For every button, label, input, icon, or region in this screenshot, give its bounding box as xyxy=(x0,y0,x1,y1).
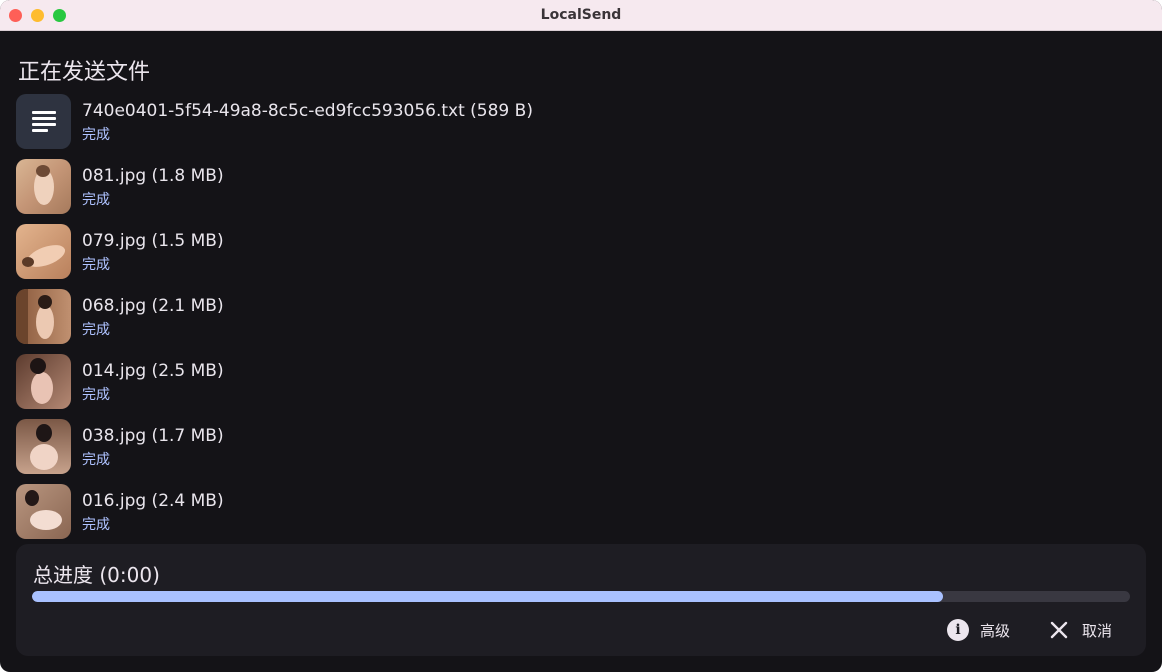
photo-thumbnail xyxy=(16,484,71,539)
window-title: LocalSend xyxy=(540,7,622,23)
photo-thumbnail xyxy=(16,419,71,474)
file-status: 完成 xyxy=(82,257,110,273)
file-row: 079.jpg (1.5 MB) 完成 xyxy=(16,224,1116,280)
app-window: LocalSend 正在发送文件 740e0401-5f54-49a8-8c5c… xyxy=(0,0,1162,672)
file-row: 014.jpg (2.5 MB) 完成 xyxy=(16,354,1116,410)
file-status: 完成 xyxy=(82,517,110,533)
cancel-label: 取消 xyxy=(1082,621,1113,640)
file-status: 完成 xyxy=(82,387,110,403)
photo-thumbnail xyxy=(16,289,71,344)
file-status: 完成 xyxy=(82,192,110,208)
file-name: 081.jpg (1.8 MB) xyxy=(82,166,224,186)
file-name: 740e0401-5f54-49a8-8c5c-ed9fcc593056.txt… xyxy=(82,101,533,121)
file-row: 038.jpg (1.7 MB) 完成 xyxy=(16,419,1116,475)
file-name: 079.jpg (1.5 MB) xyxy=(82,231,224,251)
cancel-button[interactable]: 取消 xyxy=(1049,616,1112,644)
file-name: 068.jpg (2.1 MB) xyxy=(82,296,224,316)
file-row: 081.jpg (1.8 MB) 完成 xyxy=(16,159,1116,215)
page-title: 正在发送文件 xyxy=(18,60,151,85)
info-icon: i xyxy=(947,619,969,641)
file-name: 016.jpg (2.4 MB) xyxy=(82,491,224,511)
file-row: 068.jpg (2.1 MB) 完成 xyxy=(16,289,1116,345)
document-icon xyxy=(16,94,71,149)
advanced-label: 高级 xyxy=(980,621,1011,640)
file-name: 014.jpg (2.5 MB) xyxy=(82,361,224,381)
file-list: 740e0401-5f54-49a8-8c5c-ed9fcc593056.txt… xyxy=(16,94,1136,540)
file-status: 完成 xyxy=(82,452,110,468)
file-row: 016.jpg (2.4 MB) 完成 xyxy=(16,484,1116,540)
progress-fill xyxy=(32,591,944,602)
file-row: 740e0401-5f54-49a8-8c5c-ed9fcc593056.txt… xyxy=(16,94,1116,150)
advanced-button[interactable]: i 高级 xyxy=(947,616,1010,644)
progress-panel: 总进度 (0:00) i 高级 取消 xyxy=(16,544,1146,656)
total-progress-label: 总进度 (0:00) xyxy=(33,563,160,587)
file-status: 完成 xyxy=(82,322,110,338)
title-bar: LocalSend xyxy=(0,0,1162,31)
file-name: 038.jpg (1.7 MB) xyxy=(82,426,224,446)
file-status: 完成 xyxy=(82,127,110,143)
photo-thumbnail xyxy=(16,159,71,214)
photo-thumbnail xyxy=(16,224,71,279)
close-icon xyxy=(1050,621,1068,639)
total-progress-bar xyxy=(32,591,1130,602)
photo-thumbnail xyxy=(16,354,71,409)
